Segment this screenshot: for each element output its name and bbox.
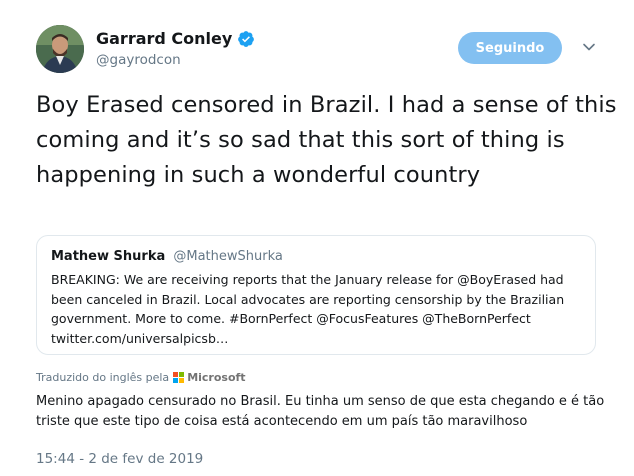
avatar[interactable] (36, 25, 84, 73)
author-handle[interactable]: @gayrodcon (96, 52, 181, 68)
author-name[interactable]: Garrard Conley (96, 29, 232, 48)
quoted-author-handle: @MathewShurka (173, 249, 283, 264)
tweet-timestamp[interactable]: 15:44 - 2 de fev de 2019 (36, 451, 203, 467)
quoted-author-name: Mathew Shurka (51, 249, 166, 264)
author-name-row[interactable]: Garrard Conley (96, 29, 255, 48)
verified-badge-icon (238, 30, 255, 47)
quoted-tweet-text: BREAKING: We are receiving reports that … (51, 272, 565, 346)
translated-text: Menino apagado censurado no Brasil. Eu t… (36, 394, 605, 429)
translation-provider: Microsoft (187, 371, 246, 384)
translation-label: Traduzido do inglês pela (36, 371, 170, 384)
avatar-image (36, 25, 84, 73)
following-button[interactable]: Seguindo (458, 32, 562, 64)
tweet-text: Boy Erased censored in Brazil. I had a s… (36, 92, 617, 188)
translation-attribution: Traduzido do inglês pela Microsoft (36, 371, 246, 384)
quoted-tweet-header: Mathew Shurka @MathewShurka (51, 249, 283, 264)
chevron-down-icon[interactable] (582, 40, 596, 54)
quoted-tweet-card[interactable]: Mathew Shurka @MathewShurka BREAKING: We… (36, 235, 596, 355)
microsoft-logo-icon (173, 372, 185, 383)
